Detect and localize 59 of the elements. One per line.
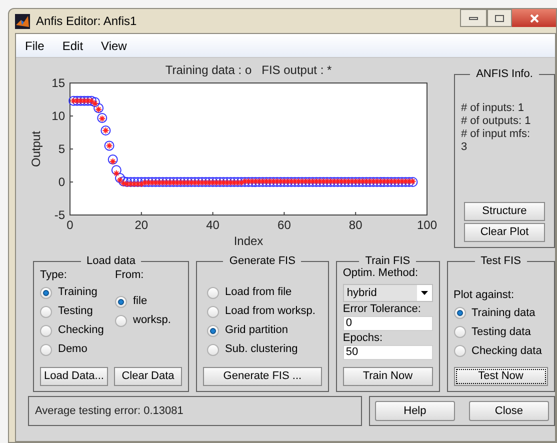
- tolerance-label: Error Tolerance:: [342, 303, 422, 316]
- x-tick-label: 40: [206, 218, 220, 232]
- y-tick-label: 0: [58, 175, 65, 189]
- radio-label: Checking: [58, 323, 104, 338]
- radio-label: Training data: [472, 306, 536, 321]
- group-title: Train FIS: [364, 256, 412, 267]
- radio-label: Checking data: [472, 344, 542, 359]
- menu-item[interactable]: Edit: [62, 36, 84, 54]
- push-button[interactable]: Test Now: [454, 367, 548, 386]
- radio-label: Grid partition: [225, 323, 288, 338]
- x-tick-label: 0: [66, 218, 74, 232]
- push-button[interactable]: Clear Data: [114, 367, 182, 386]
- epochs-field[interactable]: 50: [342, 345, 432, 360]
- radio-label: Training: [58, 285, 98, 300]
- menu-item[interactable]: View: [101, 36, 127, 54]
- type-label: Type:: [40, 268, 68, 283]
- info-line: 3: [461, 141, 468, 154]
- y-tick-label: 5: [58, 142, 65, 156]
- y-tick-label: -5: [54, 208, 65, 222]
- y-axis-label: Output: [29, 130, 43, 168]
- method-dropdown[interactable]: hybrid: [342, 284, 432, 302]
- x-tick-label: 80: [348, 218, 362, 232]
- radio-label: Demo: [58, 342, 88, 358]
- group-title: ANFIS Info.: [475, 69, 534, 80]
- y-tick-label: 10: [52, 109, 65, 123]
- radio-label: Load from file: [225, 285, 292, 300]
- radio-label: file: [133, 294, 148, 310]
- radio-label: Testing data: [472, 324, 531, 340]
- chart-title: Training data : o FIS output : *: [165, 63, 332, 77]
- push-button[interactable]: Load Data...: [40, 367, 108, 386]
- window-title: Anfis Editor: Anfis1: [36, 13, 137, 30]
- info-line: # of inputs: 1: [461, 102, 525, 115]
- group-title: Generate FIS: [228, 256, 296, 267]
- menu-item[interactable]: File: [25, 36, 44, 54]
- epochs-label: Epochs:: [342, 332, 384, 345]
- tolerance-field[interactable]: 0: [342, 316, 432, 331]
- radio-label: Sub. clustering: [225, 342, 298, 358]
- method-label: Optim. Method:: [342, 267, 420, 280]
- push-button[interactable]: Structure: [464, 202, 545, 221]
- group-title: Test FIS: [480, 256, 522, 267]
- info-line: # of outputs: 1: [461, 115, 532, 128]
- plot-against-label: Plot against:: [454, 288, 516, 303]
- from-label: From:: [115, 268, 145, 283]
- push-button[interactable]: Clear Plot: [464, 223, 545, 242]
- y-tick-label: 15: [52, 76, 65, 90]
- radio-label: Testing: [58, 304, 93, 320]
- group-title: Load data: [86, 256, 136, 267]
- x-axis-label: Index: [234, 234, 264, 248]
- x-tick-label: 100: [416, 218, 438, 232]
- push-button[interactable]: Help: [374, 401, 455, 421]
- push-button[interactable]: Close: [468, 401, 549, 421]
- push-button[interactable]: Generate FIS ...: [203, 367, 322, 386]
- info-line: # of input mfs:: [461, 128, 532, 141]
- status-text: Average testing error: 0.13081: [35, 404, 184, 419]
- radio-label: Load from worksp.: [225, 304, 316, 320]
- x-tick-label: 60: [278, 218, 291, 232]
- radio-label: worksp.: [133, 313, 171, 328]
- push-button[interactable]: Train Now: [342, 367, 432, 386]
- x-tick-label: 20: [134, 218, 148, 232]
